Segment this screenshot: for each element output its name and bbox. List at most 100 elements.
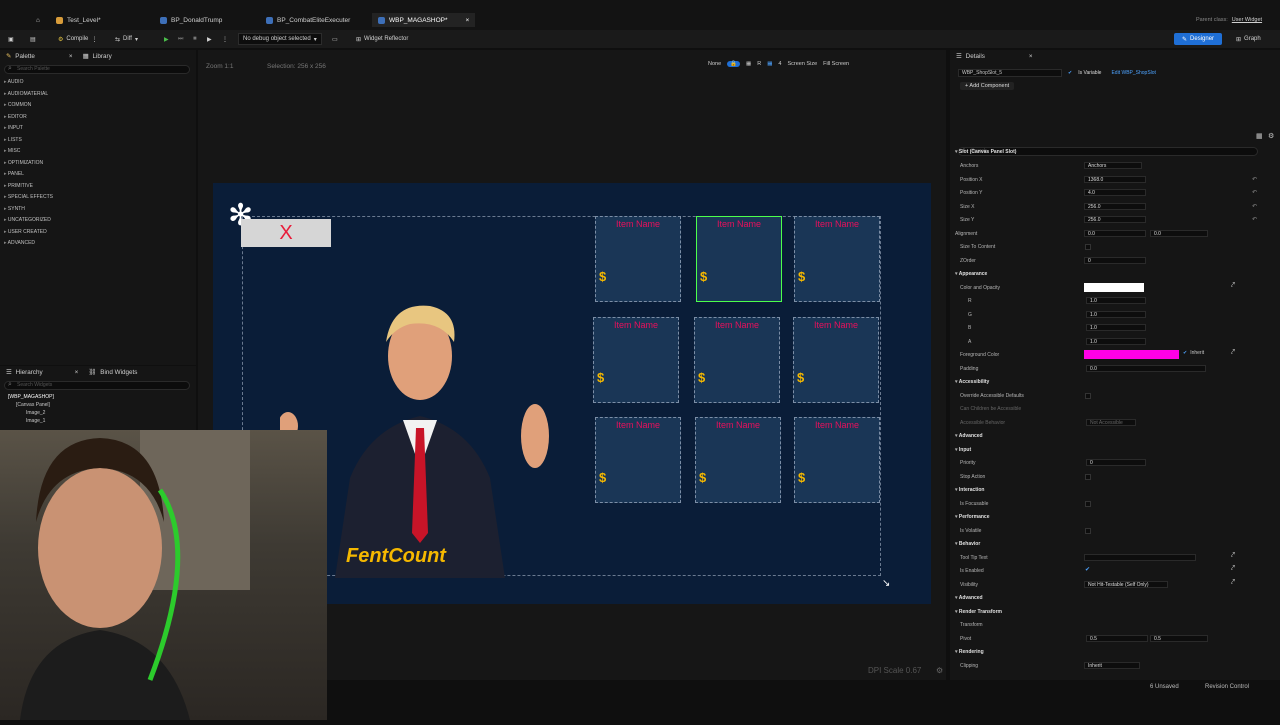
shop-slot[interactable]: Item Name $ <box>595 216 681 302</box>
widget-reflector-button[interactable]: ⊞ Widget Reflector <box>356 33 408 45</box>
section-behavior[interactable]: Behavior <box>955 539 980 549</box>
palette-category[interactable]: AUDIO <box>0 77 196 89</box>
options-icon[interactable]: ⋮ <box>222 33 228 45</box>
palette-category[interactable]: AUDIOMATERIAL <box>0 89 196 101</box>
r-field[interactable]: 1.0 <box>1086 297 1146 304</box>
four-readout[interactable]: 4 <box>778 61 781 67</box>
shop-slot[interactable]: Item Name $ <box>695 417 781 503</box>
padding-field[interactable]: 0.0 <box>1086 365 1206 372</box>
palette-category[interactable]: USER CREATED <box>0 227 196 239</box>
designer-button[interactable]: ✎ Designer <box>1174 33 1223 45</box>
pivot-x-field[interactable]: 0.5 <box>1086 635 1148 642</box>
close-icon[interactable]: × <box>1029 53 1033 60</box>
size-to-content-checkbox[interactable] <box>1085 244 1091 250</box>
settings-icon[interactable]: ⚙ <box>936 666 943 675</box>
tab-bp-combat[interactable]: BP_CombatEliteExecuter <box>266 13 350 27</box>
reset-icon[interactable]: ↶ <box>1252 203 1257 210</box>
tab-bind-widgets[interactable]: Bind Widgets <box>100 369 137 376</box>
b-field[interactable]: 1.0 <box>1086 324 1146 331</box>
section-render-transform[interactable]: Render Transform <box>955 607 1002 617</box>
r-toggle[interactable]: R <box>757 61 761 67</box>
graph-button[interactable]: ⊞ Graph <box>1236 33 1261 45</box>
grid-icon[interactable]: ▦ <box>746 61 751 67</box>
size-y-field[interactable]: 256.0 <box>1084 216 1146 223</box>
size-x-field[interactable]: 256.0 <box>1084 203 1146 210</box>
palette-category[interactable]: PANEL <box>0 169 196 181</box>
is-focusable-checkbox[interactable] <box>1085 501 1091 507</box>
inherit-toggle[interactable]: ✔ Inherit <box>1183 350 1204 356</box>
section-performance[interactable]: Performance <box>955 512 990 522</box>
section-slot[interactable]: Slot (Canvas Panel Slot) <box>955 147 1017 157</box>
grid-snap-icon[interactable]: ▦ <box>767 61 772 67</box>
section-accessibility[interactable]: Accessibility <box>955 377 990 387</box>
browse-icon[interactable]: ▤ <box>30 33 36 45</box>
visibility-dropdown[interactable]: Not Hit-Testable (Self Only) <box>1084 581 1168 588</box>
screen-size-button[interactable]: Screen Size <box>787 61 817 67</box>
play-button[interactable]: ▶ <box>164 33 169 45</box>
settings-icon[interactable]: ⚙ <box>1268 132 1274 140</box>
widget-name-field[interactable]: WBP_ShopSlot_5 <box>958 69 1062 77</box>
hierarchy-search-input[interactable]: Search Widgets <box>4 381 190 390</box>
section-rendering[interactable]: Rendering <box>955 647 984 657</box>
transform-label[interactable]: Transform <box>960 620 983 630</box>
palette-category[interactable]: SYNTH <box>0 204 196 216</box>
palette-category[interactable]: PRIMITIVE <box>0 181 196 193</box>
resume-icon[interactable]: ▶ <box>207 33 212 45</box>
diff-button[interactable]: ⇆ Diff ▾ <box>115 33 138 45</box>
a-field[interactable]: 1.0 <box>1086 338 1146 345</box>
pipette-icon[interactable]: ⤤ <box>1231 282 1235 290</box>
unsaved-indicator[interactable]: 6 Unsaved <box>1150 684 1179 690</box>
zorder-field[interactable]: 0 <box>1084 257 1146 264</box>
priority-field[interactable]: 0 <box>1086 459 1146 466</box>
tree-item-canvas-panel[interactable]: [Canvas Panel] <box>8 401 196 409</box>
override-accessible-checkbox[interactable] <box>1085 393 1091 399</box>
clipping-dropdown[interactable]: Inherit <box>1084 662 1140 669</box>
close-icon[interactable]: × <box>75 369 79 376</box>
palette-category[interactable]: MISC <box>0 146 196 158</box>
is-volatile-checkbox[interactable] <box>1085 528 1091 534</box>
section-advanced[interactable]: Advanced <box>955 431 983 441</box>
close-tab-icon[interactable]: × <box>466 17 470 24</box>
foreground-color-swatch[interactable] <box>1084 350 1179 359</box>
shop-slot[interactable]: Item Name $ <box>595 417 681 503</box>
tab-hierarchy[interactable]: Hierarchy <box>16 369 43 376</box>
stop-action-checkbox[interactable] <box>1085 474 1091 480</box>
tab-test-level[interactable]: Test_Level* <box>56 13 101 27</box>
fill-screen-button[interactable]: Fill Screen <box>823 61 849 67</box>
tab-details[interactable]: Details <box>966 53 985 60</box>
tab-bp-donaldtrump[interactable]: BP_DonaldTrump <box>160 13 222 27</box>
lock-icon[interactable]: 🔒 <box>727 61 741 67</box>
palette-category[interactable]: INPUT <box>0 123 196 135</box>
stop-icon[interactable]: ■ <box>193 33 197 45</box>
tab-palette[interactable]: Palette <box>15 53 35 60</box>
pipette-icon[interactable]: ⤤ <box>1231 349 1235 357</box>
accessible-behavior-dropdown[interactable]: Not Accessible <box>1086 419 1136 426</box>
shop-slot[interactable]: Item Name $ <box>593 317 679 403</box>
bind-icon[interactable]: ⤤ <box>1231 552 1235 560</box>
palette-category[interactable]: ADVANCED <box>0 238 196 250</box>
reset-icon[interactable]: ↶ <box>1252 176 1257 183</box>
shop-slot[interactable]: Item Name $ <box>794 417 880 503</box>
section-input[interactable]: Input <box>955 445 971 455</box>
resize-handle-icon[interactable]: ↘ <box>882 578 890 589</box>
tooltip-field[interactable] <box>1084 554 1196 561</box>
bind-icon[interactable]: ⤤ <box>1231 565 1235 573</box>
shop-slot[interactable]: Item Name $ <box>793 317 879 403</box>
home-icon[interactable]: ⌂ <box>36 13 40 27</box>
section-interaction[interactable]: Interaction <box>955 485 985 495</box>
is-variable-checkbox[interactable]: ✔ <box>1068 70 1072 76</box>
alignment-x-field[interactable]: 0.0 <box>1084 230 1146 237</box>
tab-library[interactable]: Library <box>93 53 112 60</box>
view-options-icon[interactable]: ▦ <box>1256 132 1263 140</box>
step-icon[interactable]: ⏭ <box>178 33 183 45</box>
none-toggle[interactable]: None <box>708 61 721 67</box>
tab-wbp-magashop[interactable]: WBP_MAGASHOP* × <box>372 13 476 27</box>
anchors-dropdown[interactable]: Anchors <box>1084 162 1142 169</box>
shop-slot[interactable]: Item Name $ <box>694 317 780 403</box>
palette-category[interactable]: OPTIMIZATION <box>0 158 196 170</box>
position-x-field[interactable]: 1368.0 <box>1084 176 1146 183</box>
compile-button[interactable]: ⚙ Compile ⋮ <box>58 33 97 45</box>
position-y-field[interactable]: 4.0 <box>1084 189 1146 196</box>
shop-slot[interactable]: Item Name $ <box>696 216 782 302</box>
palette-search-input[interactable]: Search Palette <box>4 65 190 74</box>
